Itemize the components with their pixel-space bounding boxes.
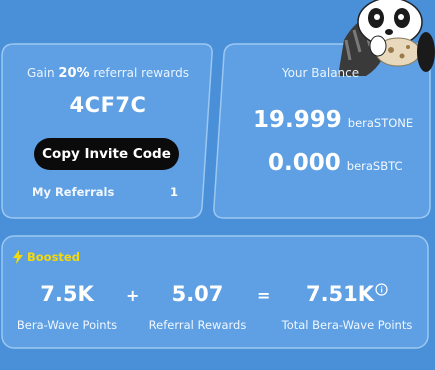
plus-operator: +	[126, 286, 140, 305]
referral-tagline: Gain 20% referral rewards	[10, 66, 206, 81]
stat-value: 7.5K	[40, 282, 94, 306]
balance-value: 0.000	[268, 150, 341, 176]
my-referrals-label: My Referrals	[32, 185, 115, 199]
boosted-label: Boosted	[27, 250, 80, 264]
boosted-badge: Boosted	[13, 250, 80, 264]
stat-referral-rewards: 5.07 Referral Rewards	[140, 282, 255, 332]
info-icon[interactable]	[375, 283, 388, 296]
stat-total-bera-wave-points: 7.51K Total Bera-Wave Points	[272, 282, 422, 332]
copy-invite-code-button[interactable]: Copy Invite Code	[34, 138, 179, 170]
lightning-icon	[13, 250, 23, 264]
stat-value-wrap: 7.51K	[306, 282, 388, 306]
tagline-prefix: Gain	[26, 66, 55, 80]
stat-label: Total Bera-Wave Points	[281, 318, 413, 332]
stat-label: Referral Rewards	[148, 318, 247, 332]
balance-row: 19.999 beraSTONE	[253, 107, 413, 133]
balance-row: 0.000 beraSBTC	[268, 150, 403, 176]
my-referrals-count: 1	[170, 185, 179, 199]
referral-code: 4CF7C	[69, 93, 147, 117]
tagline-percent: 20%	[58, 66, 90, 81]
balance-unit: beraSBTC	[346, 159, 403, 173]
stat-value: 7.51K	[305, 282, 375, 306]
stat-label: Bera-Wave Points	[16, 318, 118, 332]
balance-title: Your Balance	[281, 66, 360, 80]
stat-value: 5.07	[171, 282, 224, 306]
balance-unit: beraSTONE	[347, 116, 414, 130]
balance-value: 19.999	[253, 107, 342, 133]
tagline-suffix: referral rewards	[93, 66, 189, 80]
stat-bera-wave-points: 7.5K Bera-Wave Points	[8, 282, 126, 332]
equals-operator: =	[257, 286, 271, 305]
panda-mascot-icon	[338, 0, 435, 76]
